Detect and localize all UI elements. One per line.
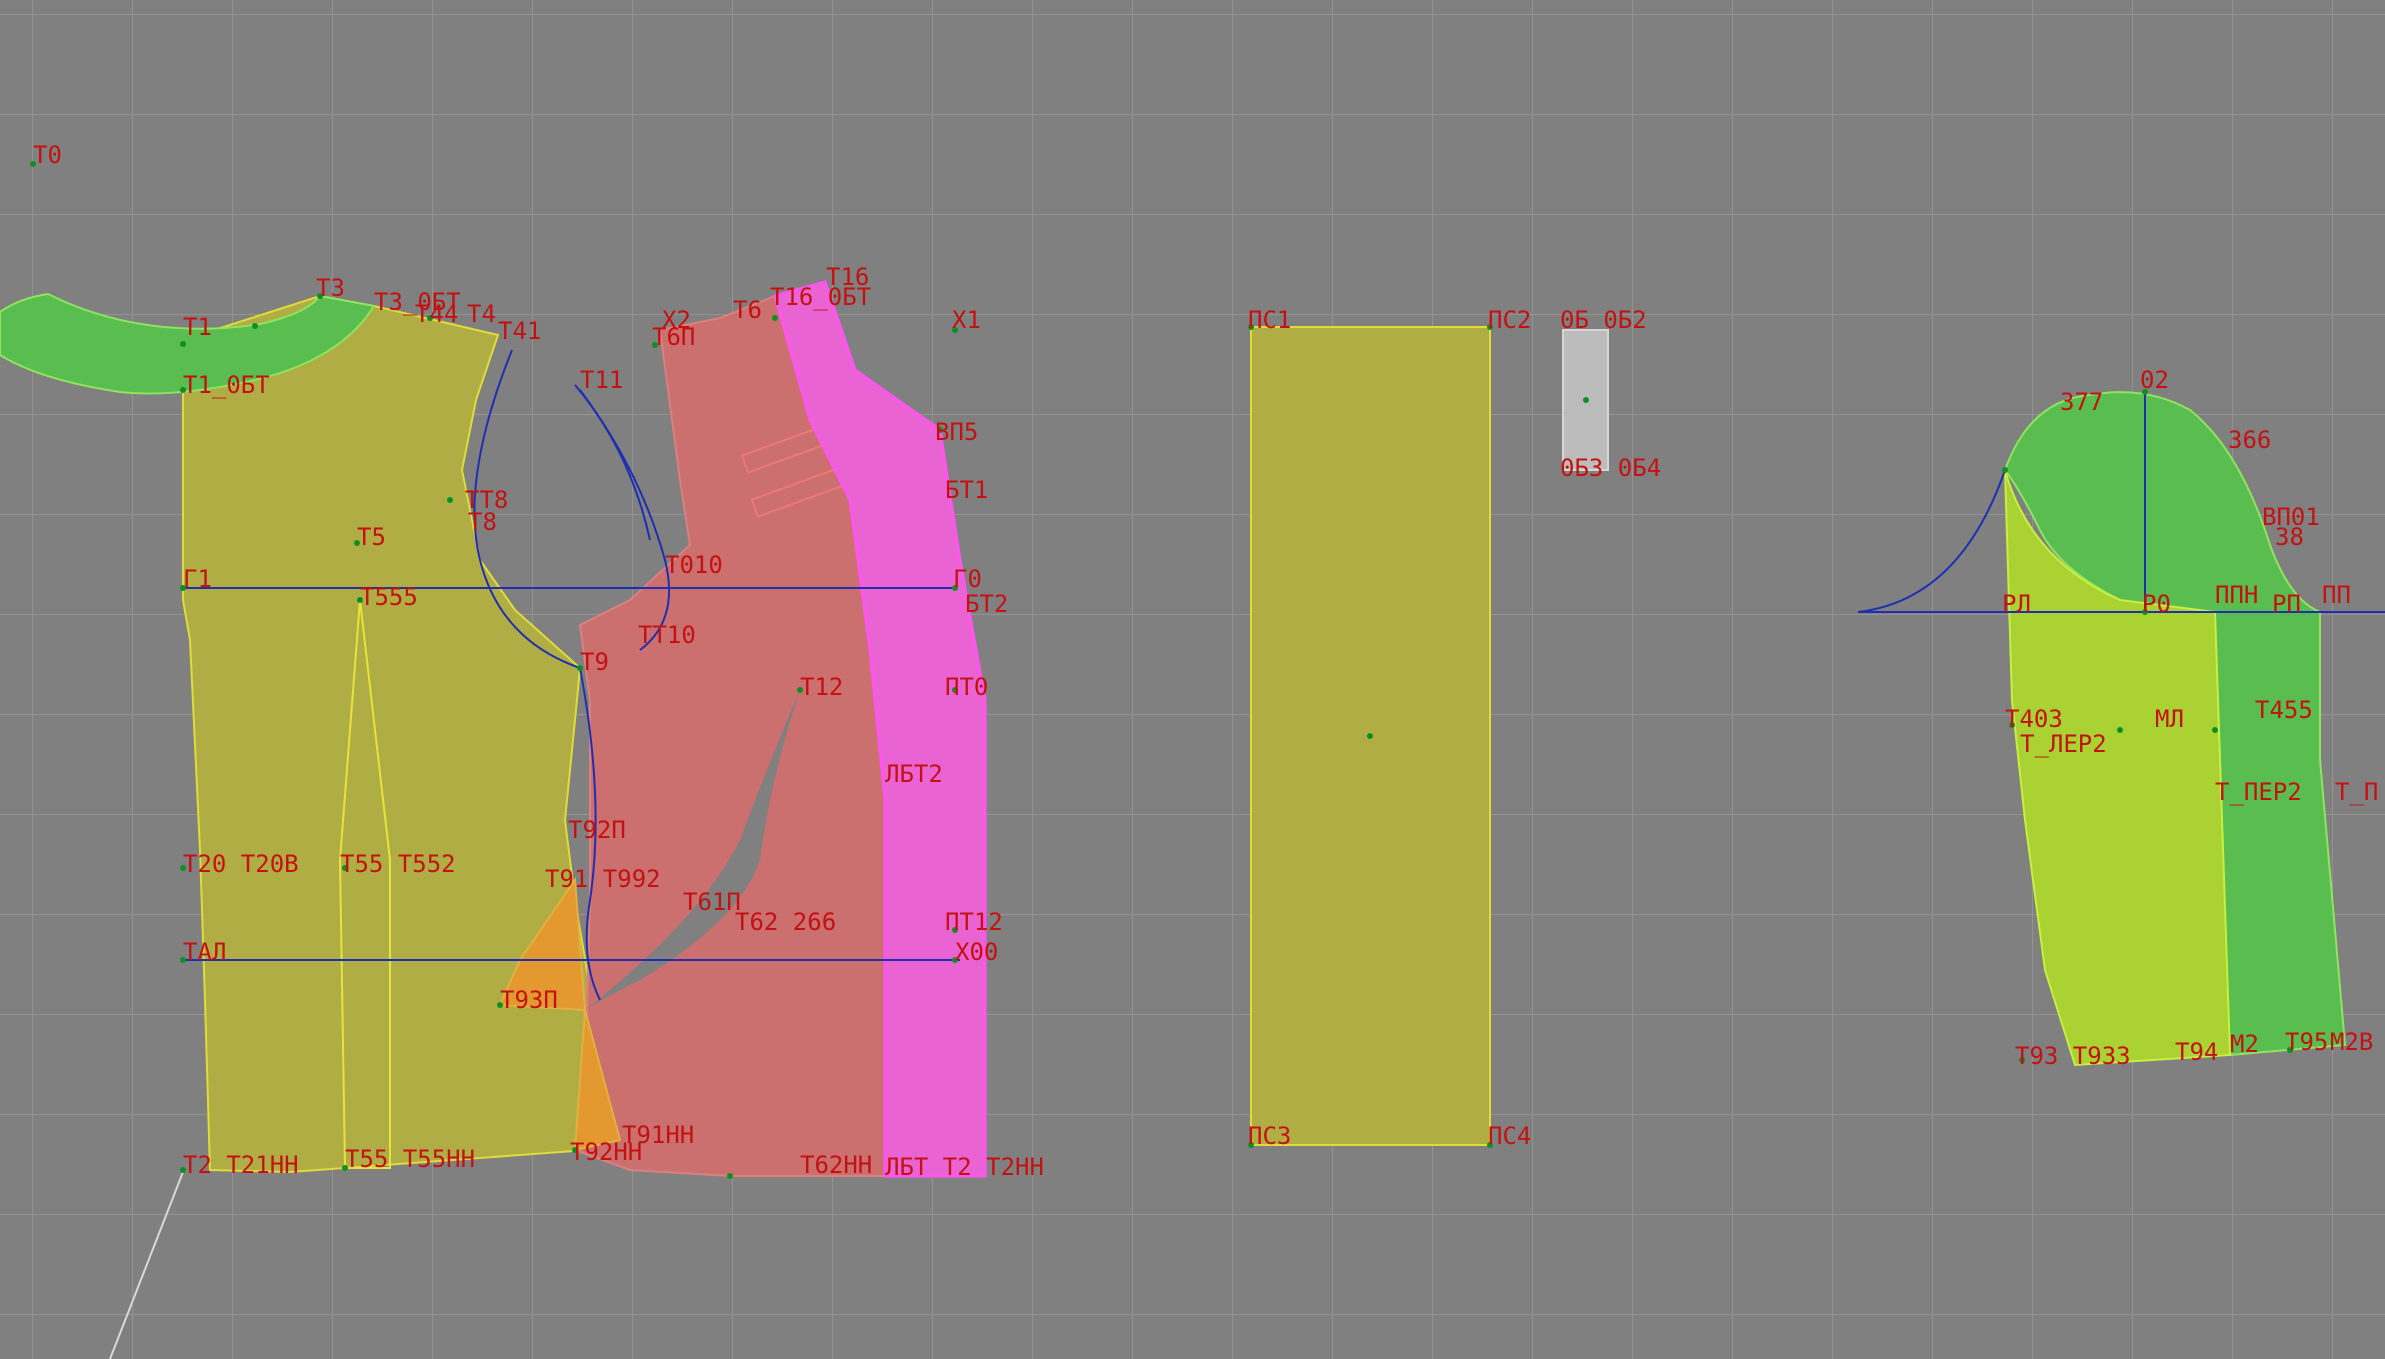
label-t-per2: T_ПЕР2 — [2215, 778, 2302, 806]
label-t93p: T93П — [500, 986, 558, 1014]
label-bt2: БT2 — [965, 590, 1008, 618]
label-t1: T1 — [183, 313, 212, 341]
label-ps1: ПС1 — [1248, 306, 1291, 334]
label-t1-obt: T1_0БТ — [183, 371, 270, 399]
label-t91nn: T91HH — [622, 1121, 694, 1149]
label-m2b: M2B — [2330, 1028, 2373, 1056]
label-t6p: T6П — [652, 323, 695, 351]
label-t-ler2: T_ЛЕР2 — [2020, 730, 2107, 758]
label-ob3: 0Б3 0Б4 — [1560, 454, 1661, 482]
label-377: 377 — [2060, 388, 2103, 416]
label-t94: T94 — [2175, 1038, 2218, 1066]
label-tt10: TT10 — [638, 621, 696, 649]
label-t3: T3 — [316, 274, 345, 302]
label-t455: T455 — [2255, 696, 2313, 724]
label-t8: T8 — [468, 508, 497, 536]
label-m2: M2 — [2230, 1030, 2259, 1058]
pattern-canvas[interactable]: T0 T3 T3_0БТ T44 T4 T41 T1 T1_0БТ T11 TT… — [0, 0, 2385, 1359]
label-g1: Г1 — [183, 565, 212, 593]
label-t010: T010 — [665, 551, 723, 579]
label-t403: T403 — [2005, 705, 2063, 733]
label-t5: T5 — [357, 523, 386, 551]
label-t41: T41 — [498, 317, 541, 345]
label-p0: P0 — [2142, 590, 2171, 618]
label-ps2: ПС2 — [1488, 306, 1531, 334]
label-t55nn: T55 T55HH — [345, 1145, 475, 1173]
label-ml: МЛ — [2155, 705, 2184, 733]
label-bt1: БT1 — [945, 476, 988, 504]
label-pt0: ПT0 — [945, 673, 988, 701]
label-t62nn: T62HH — [800, 1151, 872, 1179]
label-t-pr: T_П — [2335, 778, 2378, 806]
label-pl: PЛ — [2002, 590, 2031, 618]
label-t2: T2 T21HH — [183, 1151, 299, 1179]
label-t12: T12 — [800, 673, 843, 701]
label-t91: T91 T992 — [545, 865, 661, 893]
label-t16-obt: T16_0БТ — [770, 283, 871, 311]
label-g0: Г0 — [953, 565, 982, 593]
label-t555: T555 — [360, 583, 418, 611]
label-lbt2: ЛБT2 — [885, 760, 943, 788]
label-t92p: T92П — [568, 816, 626, 844]
label-ppn: ППН — [2215, 581, 2258, 609]
label-366: 366 — [2228, 426, 2271, 454]
label-o2: 02 — [2140, 366, 2169, 394]
label-t4: T4 — [467, 300, 496, 328]
label-t20: T20 T20B — [183, 850, 299, 878]
label-rp: PП — [2272, 590, 2301, 618]
label-38: 38 — [2275, 523, 2304, 551]
label-ps4: ПС4 — [1488, 1122, 1531, 1150]
label-t9: T9 — [580, 648, 609, 676]
label-x1: X1 — [952, 306, 981, 334]
label-tal: TAЛ — [183, 938, 226, 966]
label-ps3: ПС3 — [1248, 1122, 1291, 1150]
label-pp: ПП — [2322, 581, 2351, 609]
label-t62: T62 266 — [735, 908, 836, 936]
label-ob1: 0Б 0Б2 — [1560, 306, 1647, 334]
label-lbt: ЛБT T2 T2HH — [885, 1153, 1044, 1181]
label-vp5: BП5 — [935, 418, 978, 446]
label-t61p: T61П — [683, 888, 741, 916]
label-t0: T0 — [33, 141, 62, 169]
label-t55: T55 T552 — [340, 850, 456, 878]
label-pt12: ПT12 — [945, 908, 1003, 936]
label-x00: X00 — [955, 938, 998, 966]
label-t11: T11 — [580, 366, 623, 394]
label-t93: T93 T933 — [2015, 1042, 2131, 1070]
label-t44: T44 — [415, 300, 458, 328]
label-t6: T6 — [733, 296, 762, 324]
label-t95: T95 — [2285, 1028, 2328, 1056]
